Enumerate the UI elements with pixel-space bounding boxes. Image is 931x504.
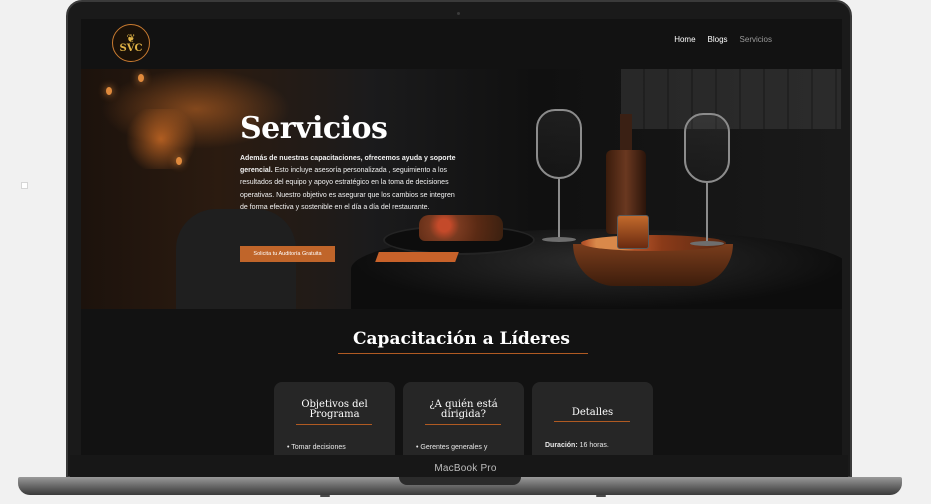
card-text: • Tomar decisiones xyxy=(287,444,346,451)
section-title: Capacitación a Líderes xyxy=(353,329,570,349)
hero-section: Servicios Además de nuestras capacitacio… xyxy=(81,69,842,309)
stray-white-square xyxy=(21,182,28,189)
card-title: ¿A quién está dirigida? xyxy=(429,399,498,420)
hero-lamp-light xyxy=(106,87,112,95)
card-title: Objetivos del Programa xyxy=(301,399,368,420)
device-label: MacBook Pro xyxy=(434,463,497,474)
hero-lamp-light xyxy=(176,157,182,165)
duration-value: 16 horas. xyxy=(577,442,609,449)
hero-description-rest: Esto incluye asesoría personalizada , se… xyxy=(240,167,455,211)
card-text: • Gerentes generales y xyxy=(416,444,488,451)
hero-title: Servicios xyxy=(240,111,388,146)
laptop-foot xyxy=(596,495,606,497)
hero-lamp-light xyxy=(138,74,144,82)
section-underline xyxy=(338,353,588,354)
wine-glass-image xyxy=(684,113,730,263)
card-audiencia: ¿A quién está dirigida? • Gerentes gener… xyxy=(403,382,524,455)
card-text: Duración: 16 horas. xyxy=(545,442,609,449)
laptop-foot xyxy=(320,495,330,497)
laptop-screen: ❦ SVC Home Blogs Servicios Servicios Ade… xyxy=(81,19,842,455)
webcam-dot xyxy=(457,12,460,15)
card-underline xyxy=(425,424,501,425)
wine-glass-image xyxy=(536,109,582,259)
pineapple-icon: ❦ xyxy=(126,31,136,45)
site-header: ❦ SVC Home Blogs Servicios xyxy=(81,19,842,69)
main-nav: Home Blogs Servicios xyxy=(674,35,772,44)
leadership-section: Capacitación a Líderes Objetivos del Pro… xyxy=(81,309,842,455)
card-detalles: Detalles Duración: 16 horas. xyxy=(532,382,653,455)
nav-link-home[interactable]: Home xyxy=(674,35,695,44)
nav-link-blogs[interactable]: Blogs xyxy=(708,35,728,44)
hero-brick-wall xyxy=(621,69,841,129)
tumbler-glass-image xyxy=(617,215,649,249)
laptop-base-notch xyxy=(399,477,521,485)
duration-label: Duración: xyxy=(545,442,578,449)
hero-dish xyxy=(419,215,503,241)
card-objetivos: Objetivos del Programa • Tomar decisione… xyxy=(274,382,395,455)
hero-description: Además de nuestras capacitaciones, ofrec… xyxy=(240,153,462,214)
hero-napkin xyxy=(375,252,459,262)
card-underline xyxy=(554,421,630,422)
page-stage: ❦ SVC Home Blogs Servicios Servicios Ade… xyxy=(0,0,931,504)
nav-link-servicios[interactable]: Servicios xyxy=(740,35,772,44)
free-audit-button[interactable]: Solicita tu Auditoría Gratuita xyxy=(240,246,335,262)
logo-text: SVC xyxy=(119,42,143,54)
card-underline xyxy=(296,424,372,425)
card-title: Detalles xyxy=(571,407,614,418)
hero-background-glow xyxy=(121,109,201,169)
site-logo[interactable]: ❦ SVC xyxy=(112,24,150,62)
